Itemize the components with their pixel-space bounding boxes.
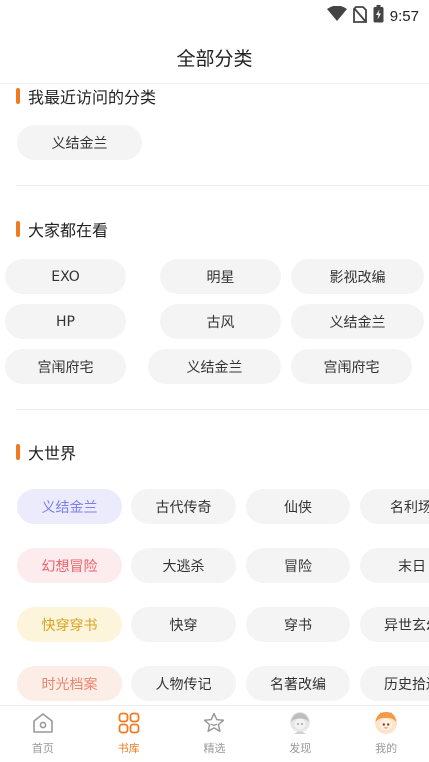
world-chip[interactable]: 仙侠 [246, 489, 350, 524]
popular-chip[interactable]: 明星 [160, 259, 281, 294]
header: 全部分类 [0, 32, 429, 84]
world-chip[interactable]: 穿书 [246, 607, 350, 642]
nav-featured[interactable]: 精选 [172, 706, 258, 762]
world-chip[interactable]: 快穿 [131, 607, 236, 642]
section-world-title: 大世界 [16, 440, 76, 464]
popular-chip[interactable]: EXO [5, 259, 126, 294]
section-recent-title: 我最近访问的分类 [16, 85, 156, 108]
world-chip[interactable]: 历史拾遗 [360, 666, 429, 701]
nav-library[interactable]: 书库 [86, 706, 172, 762]
popular-chip[interactable]: 影视改编 [291, 259, 424, 294]
user-avatar-icon [373, 710, 399, 736]
world-chip[interactable]: 名著改编 [246, 666, 350, 701]
wifi-icon [326, 5, 347, 26]
world-chip[interactable]: 大逃杀 [131, 548, 236, 583]
nav-discover[interactable]: 发现 [257, 706, 343, 762]
world-tag-chip[interactable]: 义结金兰 [17, 489, 122, 524]
world-chip[interactable]: 异世玄幻 [360, 607, 429, 642]
popular-chip[interactable]: 古风 [160, 304, 281, 339]
world-chip[interactable]: 冒险 [246, 548, 350, 583]
section-marker [16, 444, 20, 460]
status-bar: 9:57 [0, 0, 429, 32]
nav-label: 首页 [31, 742, 54, 755]
page-title: 全部分类 [176, 48, 253, 70]
world-chip[interactable]: 末日 [360, 548, 429, 583]
world-tag-chip[interactable]: 幻想冒险 [17, 548, 122, 583]
popular-chip[interactable]: HP [5, 304, 126, 339]
nav-label: 书库 [117, 742, 140, 755]
category-list[interactable]: 我最近访问的分类 义结金兰 大家都在看 EXO 明星 影视改编 HP 古风 义结… [0, 85, 429, 705]
section-popular-title: 大家都在看 [16, 217, 108, 241]
recent-chip[interactable]: 义结金兰 [17, 125, 142, 160]
star-icon [201, 710, 227, 736]
world-chip[interactable]: 古代传奇 [131, 489, 236, 524]
nav-profile[interactable]: 我的 [343, 706, 429, 762]
world-chip[interactable]: 人物传记 [131, 666, 236, 701]
battery-charging-icon [373, 5, 384, 27]
divider [16, 185, 429, 186]
world-tag-chip[interactable]: 快穿穿书 [17, 607, 122, 642]
status-time: 9:57 [389, 7, 419, 25]
character-avatar-icon [287, 710, 313, 736]
nav-label: 精选 [203, 742, 226, 755]
world-tag-chip[interactable]: 时光档案 [17, 666, 122, 701]
popular-chip[interactable]: 宫闱府宅 [5, 349, 126, 384]
nav-home[interactable]: 首页 [0, 706, 86, 762]
section-marker [16, 88, 20, 104]
home-icon [30, 710, 56, 736]
section-marker [16, 221, 20, 237]
nav-label: 发现 [289, 742, 312, 755]
nav-label: 我的 [375, 742, 398, 755]
world-chip[interactable]: 名利场 [360, 489, 429, 524]
popular-chip[interactable]: 宫闱府宅 [291, 349, 412, 384]
popular-chip[interactable]: 义结金兰 [291, 304, 424, 339]
divider [16, 409, 429, 410]
popular-chip[interactable]: 义结金兰 [148, 349, 281, 384]
bottom-nav: 首页 书库 精选 发现 我的 [0, 705, 429, 762]
no-sim-icon [352, 5, 367, 27]
grid-icon [116, 710, 142, 736]
